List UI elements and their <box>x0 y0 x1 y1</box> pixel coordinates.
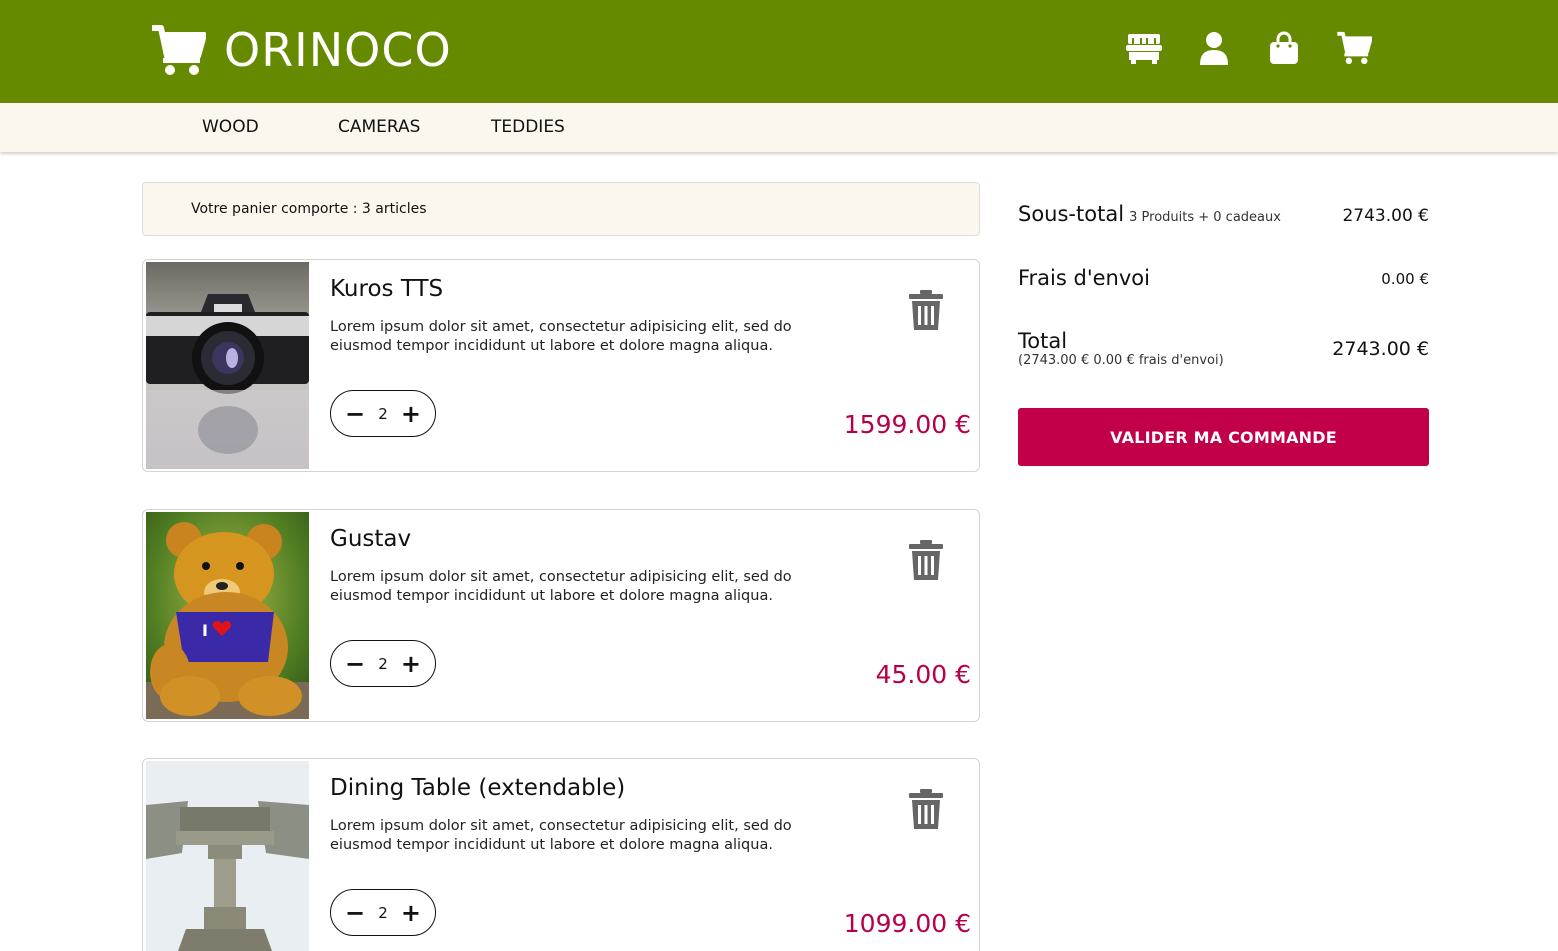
user-icon[interactable] <box>1196 28 1232 68</box>
store-icon[interactable] <box>1126 28 1162 68</box>
quantity-value: 2 <box>378 654 388 673</box>
quantity-stepper: − 2 + <box>330 390 436 437</box>
decrease-quantity-button[interactable]: − <box>345 901 365 925</box>
quantity-value: 2 <box>378 404 388 423</box>
shipping-row: Frais d'envoi 0.00 € <box>1018 266 1429 290</box>
category-nav: WOOD CAMERAS TEDDIES <box>0 103 1558 152</box>
product-description: Lorem ipsum dolor sit amet, consectetur … <box>330 569 792 604</box>
brand-logo[interactable]: ORINOCO <box>150 22 452 78</box>
cart-count-banner: Votre panier comporte : 3 articles <box>142 182 980 236</box>
product-price: 1099.00 € <box>843 909 971 938</box>
cart-logo-icon <box>150 24 206 76</box>
brand-name: ORINOCO <box>224 23 452 77</box>
product-price: 45.00 € <box>875 660 971 689</box>
decrease-quantity-button[interactable]: − <box>345 402 365 426</box>
top-header: ORINOCO <box>0 0 1558 103</box>
cart-count-text: Votre panier comporte : 3 articles <box>191 201 427 217</box>
subtotal-row: Sous-total 3 Produits + 0 cadeaux 2743.0… <box>1018 202 1429 226</box>
product-image[interactable] <box>146 761 309 951</box>
cart-item: I Gustav Lorem ipsum dolor sit amet, con… <box>142 509 980 722</box>
quantity-stepper: − 2 + <box>330 640 436 687</box>
subtotal-value: 2743.00 € <box>1342 206 1429 226</box>
trash-icon[interactable] <box>909 290 943 334</box>
total-row: Total (2743.00 € 0.00 € frais d'envoi) 2… <box>1018 329 1429 368</box>
product-image[interactable] <box>146 262 309 469</box>
shopping-bag-icon[interactable] <box>1266 28 1302 68</box>
cart-item: Dining Table (extendable) Lorem ipsum do… <box>142 758 980 951</box>
product-description: Lorem ipsum dolor sit amet, consectetur … <box>330 818 792 853</box>
nav-item-cameras[interactable]: CAMERAS <box>338 117 420 137</box>
product-description: Lorem ipsum dolor sit amet, consectetur … <box>330 319 792 354</box>
quantity-stepper: − 2 + <box>330 889 436 936</box>
nav-item-teddies[interactable]: TEDDIES <box>491 117 565 137</box>
shipping-label: Frais d'envoi <box>1018 266 1150 290</box>
subtotal-detail: 3 Produits + 0 cadeaux <box>1129 210 1281 225</box>
total-value: 2743.00 € <box>1332 338 1429 360</box>
cart-item: Kuros TTS Lorem ipsum dolor sit amet, co… <box>142 259 980 472</box>
product-name: Dining Table (extendable) <box>330 775 626 801</box>
product-price: 1599.00 € <box>843 410 971 439</box>
cart-icon[interactable] <box>1336 28 1372 68</box>
header-icons <box>1126 28 1372 68</box>
validate-order-button[interactable]: VALIDER MA COMMANDE <box>1018 408 1429 466</box>
increase-quantity-button[interactable]: + <box>401 652 421 676</box>
shipping-value: 0.00 € <box>1381 270 1429 288</box>
svg-text:I: I <box>202 621 208 640</box>
subtotal-label: Sous-total <box>1018 202 1125 226</box>
increase-quantity-button[interactable]: + <box>401 901 421 925</box>
product-name: Gustav <box>330 526 412 552</box>
product-image[interactable]: I <box>146 512 309 719</box>
quantity-value: 2 <box>378 903 388 922</box>
decrease-quantity-button[interactable]: − <box>345 652 365 676</box>
nav-item-wood[interactable]: WOOD <box>202 117 259 137</box>
increase-quantity-button[interactable]: + <box>401 402 421 426</box>
trash-icon[interactable] <box>909 789 943 833</box>
product-name: Kuros TTS <box>330 276 444 302</box>
trash-icon[interactable] <box>909 540 943 584</box>
